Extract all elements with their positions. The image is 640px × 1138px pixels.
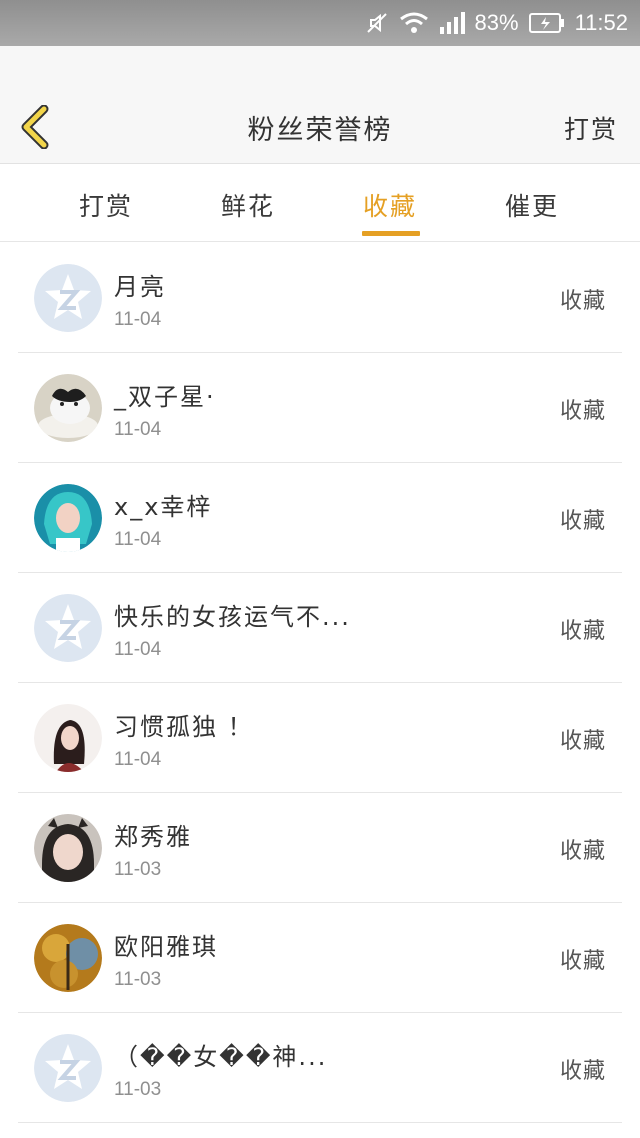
- default-avatar-icon: [34, 594, 102, 662]
- wifi-icon: [399, 11, 429, 35]
- header-spacer: [0, 46, 640, 90]
- fan-date: 11-04: [114, 309, 162, 330]
- fan-action: 收藏: [559, 289, 606, 314]
- tab-reward[interactable]: 打赏: [46, 187, 166, 223]
- fan-date: 11-03: [114, 1079, 162, 1100]
- battery-icon: [528, 12, 565, 34]
- mute-icon: [365, 11, 389, 35]
- cat-photo-avatar: [34, 374, 102, 442]
- battery-percent: 83%: [474, 10, 519, 35]
- fan-action: 收藏: [559, 949, 606, 974]
- list-item[interactable]: 快乐的女孩运气不... 11-04 收藏: [18, 573, 622, 683]
- fan-action: 收藏: [559, 839, 606, 864]
- teal-hair-photo-avatar: [34, 484, 102, 552]
- list-item[interactable]: x_x幸梓 11-04 收藏: [18, 463, 622, 573]
- fan-action: 收藏: [559, 729, 606, 754]
- fan-date: 11-03: [114, 859, 162, 880]
- page-title: 粉丝荣誉榜: [247, 115, 393, 146]
- list-item[interactable]: 欧阳雅琪 11-03 收藏: [18, 903, 622, 1013]
- fan-date: 11-04: [114, 639, 162, 660]
- fan-date: 11-04: [114, 749, 162, 770]
- tab-bar: 打赏 鲜花 收藏 催更: [0, 165, 640, 242]
- autumn-photo-avatar: [34, 924, 102, 992]
- tab-urge-update[interactable]: 催更: [472, 187, 592, 223]
- girl-photo-avatar: [34, 814, 102, 882]
- fan-name: 快乐的女孩运气不...: [114, 603, 351, 631]
- list-item[interactable]: 习惯孤独 ！ 11-04 收藏: [18, 683, 622, 793]
- clock: 11:52: [574, 10, 628, 35]
- tab-favorites[interactable]: 收藏: [330, 187, 450, 223]
- reward-button[interactable]: 打赏: [564, 110, 618, 146]
- fan-date: 11-04: [114, 529, 162, 550]
- fan-action: 收藏: [559, 509, 606, 534]
- signal-icon: [439, 11, 465, 35]
- list-item[interactable]: 月亮 11-04 收藏: [18, 243, 622, 353]
- fan-action: 收藏: [559, 619, 606, 644]
- fan-name: _双子星·: [114, 383, 216, 411]
- active-tab-indicator: [362, 231, 420, 236]
- fan-name: x_x幸梓: [114, 493, 213, 521]
- fan-list: 月亮 11-04 收藏 _双子星· 11-04 收藏 x_x幸梓 11-04 收…: [0, 243, 640, 1123]
- tab-flowers[interactable]: 鲜花: [188, 187, 308, 223]
- fan-name: 习惯孤独 ！: [114, 713, 254, 741]
- fan-action: 收藏: [559, 399, 606, 424]
- girl-photo-avatar: [34, 704, 102, 772]
- default-avatar-icon: [34, 1034, 102, 1102]
- list-item[interactable]: （��女��神... 11-03 收藏: [18, 1013, 622, 1123]
- default-avatar-icon: [34, 264, 102, 332]
- fan-name: 欧阳雅琪: [114, 933, 218, 961]
- title-bar: 粉丝荣誉榜 打赏: [0, 90, 640, 164]
- status-bar: 83% 11:52: [0, 0, 640, 46]
- fan-date: 11-03: [114, 969, 162, 990]
- fan-date: 11-04: [114, 419, 162, 440]
- fan-name: （��女��神...: [114, 1043, 328, 1071]
- fan-name: 月亮: [114, 273, 166, 301]
- list-item[interactable]: _双子星· 11-04 收藏: [18, 353, 622, 463]
- fan-action: 收藏: [559, 1059, 606, 1084]
- list-item[interactable]: 郑秀雅 11-03 收藏: [18, 793, 622, 903]
- fan-name: 郑秀雅: [114, 823, 192, 851]
